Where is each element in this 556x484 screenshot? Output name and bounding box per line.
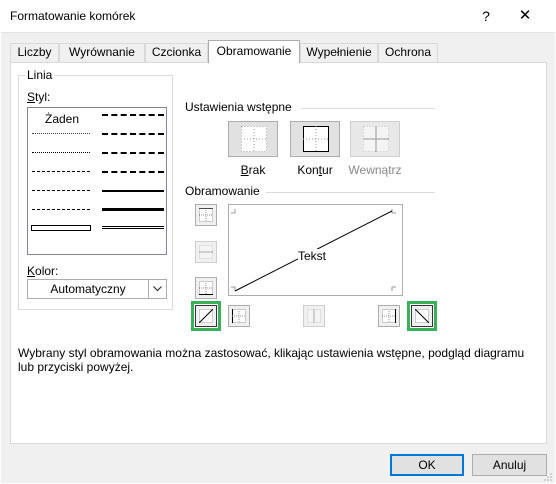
preset-outline-button[interactable] bbox=[290, 121, 340, 157]
preset-none-icon bbox=[241, 126, 267, 152]
border-preview[interactable]: Tekst bbox=[228, 204, 403, 296]
tab-czcionka[interactable]: Czcionka bbox=[145, 43, 208, 62]
border-left-button[interactable] bbox=[228, 305, 250, 327]
border-section-title: Obramowanie bbox=[185, 184, 260, 198]
color-value: Automatyczny bbox=[50, 282, 126, 296]
chevron-down-icon[interactable] bbox=[148, 280, 166, 298]
border-separator bbox=[266, 192, 435, 193]
line-style-dash-dot[interactable] bbox=[32, 190, 90, 191]
diagonal-down-icon bbox=[414, 308, 430, 324]
style-label: Styl: bbox=[27, 90, 50, 104]
line-group-title: Linia bbox=[25, 68, 55, 82]
border-middle-vertical-icon bbox=[307, 309, 321, 323]
color-label-mnemonic: K bbox=[27, 264, 36, 278]
border-right-icon bbox=[382, 309, 396, 323]
tab-obramowanie[interactable]: Obramowanie bbox=[208, 40, 300, 63]
border-diagonal-down-button[interactable] bbox=[407, 301, 437, 331]
presets-separator bbox=[301, 108, 435, 109]
preset-none-mnemonic: B bbox=[240, 163, 249, 177]
line-style-dashed[interactable] bbox=[32, 209, 90, 210]
preset-outline-icon bbox=[303, 126, 329, 152]
preset-none-button[interactable] bbox=[228, 121, 278, 157]
preset-inside-button[interactable] bbox=[350, 121, 400, 157]
preset-none-label: Brak bbox=[218, 163, 288, 177]
line-style-dotted[interactable] bbox=[32, 152, 90, 153]
tab-wypelnienie[interactable]: Wypełnienie bbox=[300, 43, 378, 62]
line-style-med-dashed[interactable] bbox=[102, 171, 164, 173]
tab-wyrownanie[interactable]: Wyrównanie bbox=[59, 43, 145, 62]
preset-inside-icon bbox=[363, 126, 389, 152]
dialog-title: Formatowanie komórek bbox=[10, 9, 136, 23]
line-style-slant-dash-dot[interactable] bbox=[102, 133, 164, 135]
line-style-selected-thin[interactable] bbox=[31, 225, 91, 231]
line-style-medium[interactable] bbox=[102, 190, 164, 192]
border-top-icon bbox=[199, 208, 213, 222]
border-middle-horizontal-icon bbox=[199, 245, 213, 259]
preset-outline-text-a: Kon bbox=[297, 163, 319, 177]
border-top-button[interactable] bbox=[195, 204, 217, 226]
line-style-thick[interactable] bbox=[102, 208, 164, 211]
cancel-button[interactable]: Anuluj bbox=[472, 454, 547, 476]
tab-ochrona[interactable]: Ochrona bbox=[378, 43, 438, 62]
color-label-text: olor: bbox=[35, 264, 59, 278]
title-bar: Formatowanie komórek ? ✕ bbox=[0, 0, 556, 32]
presets-title: Ustawienia wstępne bbox=[185, 100, 292, 114]
tab-liczby[interactable]: Liczby bbox=[10, 43, 59, 62]
description-text: Wybrany styl obramowania można zastosowa… bbox=[18, 346, 525, 374]
border-right-button[interactable] bbox=[378, 305, 400, 327]
ok-button[interactable]: OK bbox=[390, 454, 464, 476]
diagonal-up-icon bbox=[198, 308, 214, 324]
style-label-mnemonic: S bbox=[27, 90, 36, 104]
preview-text: Tekst bbox=[298, 249, 327, 263]
line-style-none[interactable]: Żaden bbox=[45, 112, 79, 126]
color-dropdown[interactable]: Automatyczny bbox=[27, 279, 167, 299]
border-bottom-button[interactable] bbox=[195, 277, 217, 299]
tab-panel-border: Linia Styl: Żaden Kolor: Automatyczny Us… bbox=[10, 62, 547, 444]
line-style-med-dash-dot[interactable] bbox=[102, 152, 164, 154]
dialog-client: Liczby Wyrównanie Czcionka Obramowanie W… bbox=[1, 32, 555, 483]
line-style-dash-dot-dot[interactable] bbox=[32, 171, 90, 172]
help-button[interactable]: ? bbox=[472, 4, 500, 28]
preset-outline-text-b: ur bbox=[322, 163, 333, 177]
line-style-double[interactable] bbox=[102, 226, 164, 229]
preset-inside-label: Wewnątrz bbox=[348, 163, 402, 177]
border-bottom-icon bbox=[199, 281, 213, 295]
style-label-text: tyl: bbox=[35, 90, 51, 104]
line-style-list[interactable]: Żaden bbox=[27, 107, 167, 255]
color-label: Kolor: bbox=[27, 264, 58, 278]
border-left-icon bbox=[232, 309, 246, 323]
close-button[interactable]: ✕ bbox=[510, 4, 540, 28]
line-style-med-dash-dot-dot[interactable] bbox=[102, 114, 164, 116]
border-middle-horizontal-button[interactable] bbox=[195, 241, 217, 263]
border-diagonal-up-button[interactable] bbox=[191, 301, 221, 331]
preset-none-text: rak bbox=[248, 163, 266, 177]
border-middle-vertical-button[interactable] bbox=[303, 305, 325, 327]
line-style-hair[interactable] bbox=[32, 133, 90, 134]
resize-grip-icon[interactable] bbox=[543, 471, 553, 481]
